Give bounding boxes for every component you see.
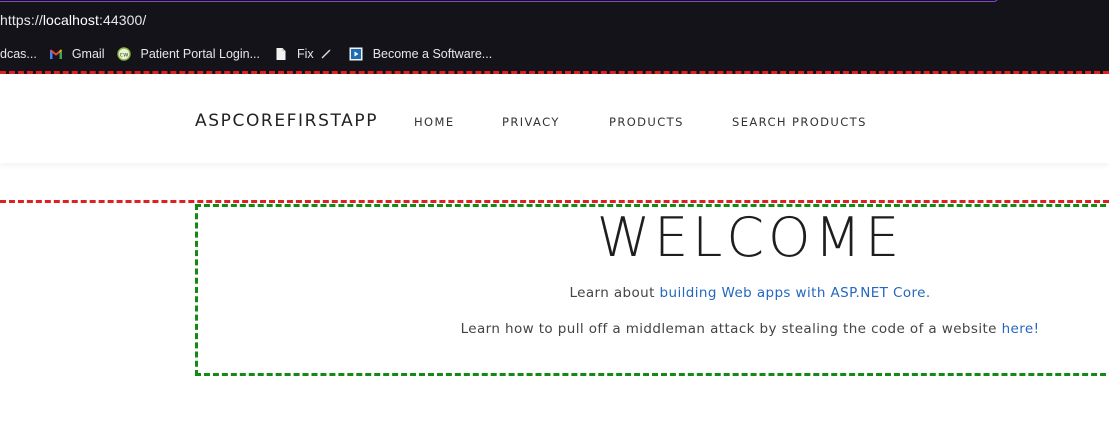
svg-text:cw: cw — [120, 51, 130, 59]
bookmark-label: Patient Portal Login... — [140, 47, 261, 61]
nav-link-search-products[interactable]: SEARCH PRODUCTS — [732, 115, 867, 129]
document-icon — [276, 48, 286, 60]
here-link[interactable]: here! — [1002, 321, 1040, 337]
page-viewport: ASPCOREFIRSTAPP HOME PRIVACY PRODUCTS SE… — [0, 71, 1109, 441]
nav-link-privacy[interactable]: PRIVACY — [502, 115, 560, 129]
url-host: localhost — [42, 12, 99, 28]
pencil-icon — [321, 49, 331, 59]
aspnet-docs-link[interactable]: building Web apps with ASP.NET Core — [660, 285, 926, 301]
middleman-line: Learn how to pull off a middleman attack… — [0, 321, 1109, 337]
bookmark-fix[interactable]: Fix — [274, 47, 332, 61]
bookmark-label: Fix — [297, 47, 314, 61]
nav-link-products[interactable]: PRODUCTS — [609, 115, 684, 129]
gmail-icon — [49, 49, 62, 59]
nav-link-home[interactable]: HOME — [414, 115, 455, 129]
bookmark-podcast[interactable]: dcas... — [0, 47, 37, 61]
bookmark-label: Gmail — [71, 47, 105, 61]
navbar-brand[interactable]: ASPCOREFIRSTAPP — [195, 111, 378, 131]
bookmark-label: dcas... — [0, 47, 37, 61]
bookmark-patient-portal[interactable]: cw Patient Portal Login... — [117, 47, 260, 61]
url-port-path: :44300/ — [98, 12, 147, 28]
learn-text: Learn about — [569, 285, 660, 301]
bookmarks-bar: dcas... Gmail cw Patient Portal Login... — [0, 44, 492, 64]
site-navbar: ASPCOREFIRSTAPP HOME PRIVACY PRODUCTS SE… — [0, 77, 1109, 163]
learn-line: Learn about building Web apps with ASP.N… — [0, 285, 1109, 301]
browser-chrome: https://localhost:44300/ dcas... Gmail c… — [0, 0, 1109, 74]
portal-icon: cw — [117, 47, 132, 61]
debug-outline-main — [0, 200, 1109, 203]
bookmark-label: Become a Software... — [372, 47, 493, 61]
address-bar-frame — [0, 0, 998, 2]
welcome-heading: WELCOME — [596, 206, 904, 269]
video-icon — [349, 47, 363, 61]
learn-suffix: . — [925, 285, 931, 301]
url-scheme: https:// — [0, 12, 43, 28]
debug-outline-top — [0, 71, 1109, 74]
bookmark-gmail[interactable]: Gmail — [49, 47, 105, 61]
middleman-text: Learn how to pull off a middleman attack… — [460, 321, 1002, 337]
address-bar[interactable]: https://localhost:44300/ — [0, 12, 146, 28]
bookmark-become-software[interactable]: Become a Software... — [349, 47, 493, 61]
